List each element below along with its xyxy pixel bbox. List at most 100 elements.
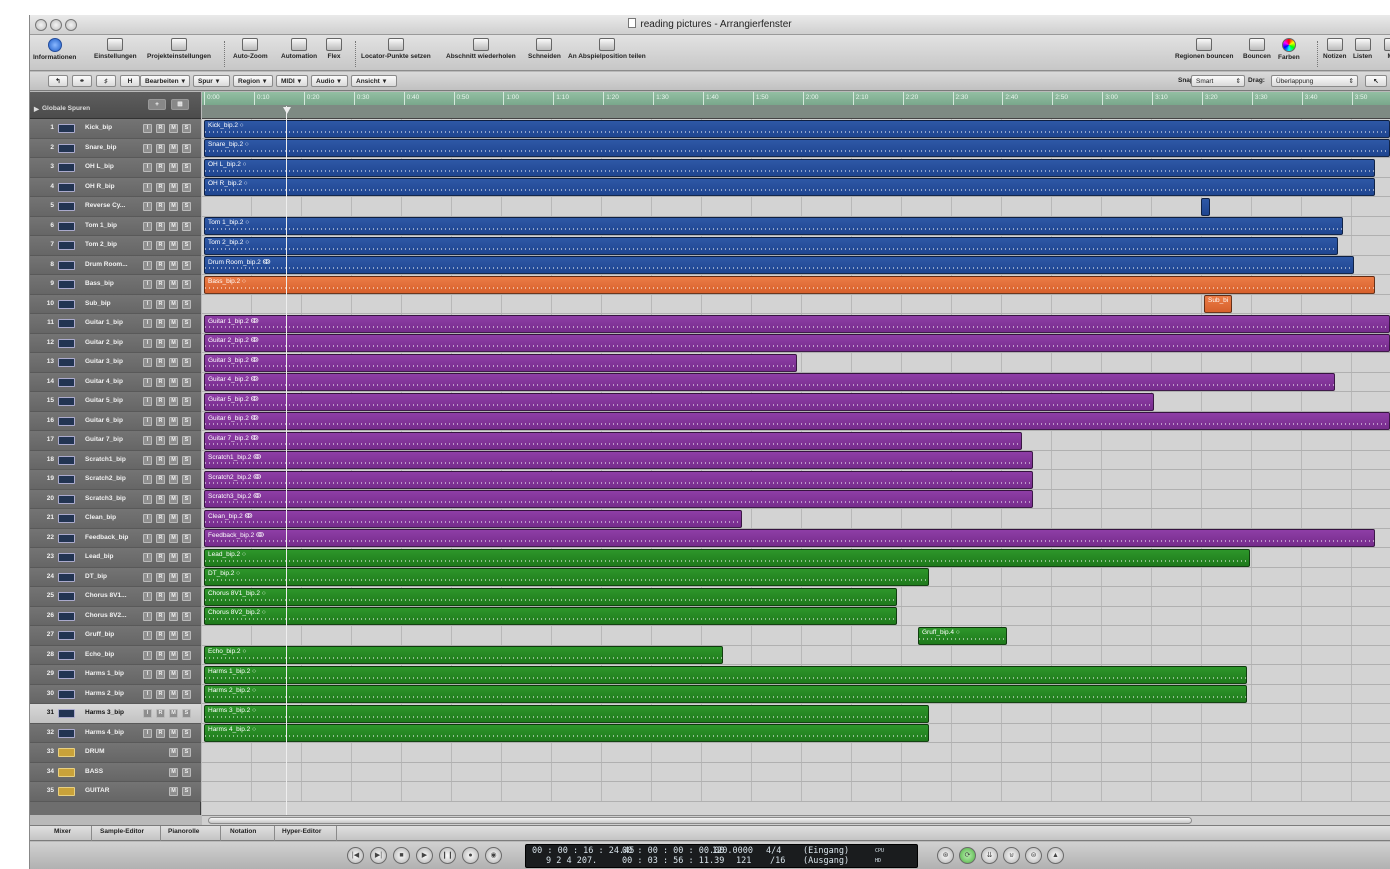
solo-button[interactable]: S	[182, 592, 191, 601]
tab-notation[interactable]: Notation	[230, 828, 256, 835]
solo-button[interactable]: S	[182, 436, 191, 445]
replace-button[interactable]: ⇊	[981, 847, 998, 864]
region[interactable]: Guitar 5_bip.2 ↂ	[204, 392, 1154, 411]
region[interactable]: Echo_bip.2 ○	[204, 646, 723, 664]
pause-button[interactable]: ❙❙	[439, 847, 456, 864]
tuner-button[interactable]: ▲	[1047, 847, 1064, 864]
menu-audio[interactable]: Audio ▾	[311, 75, 348, 87]
input-monitor-button[interactable]: I	[143, 221, 152, 231]
track-header-21[interactable]: 21 Clean_bip I R M S	[30, 509, 201, 529]
toolbar-button-3[interactable]: Projekteinstellungen	[147, 38, 211, 60]
record-enable-button[interactable]: R	[156, 260, 165, 270]
solo-button[interactable]: S	[182, 533, 191, 543]
track-header-23[interactable]: 23 Lead_bip I R M S	[30, 548, 201, 568]
solo-button[interactable]: S	[182, 689, 191, 699]
region[interactable]: Gruff_bip.4 ○	[918, 626, 1007, 645]
solo-button[interactable]: S	[182, 143, 191, 153]
lcd-display[interactable]: 00 : 00 : 16 : 24.45 9 2 4 207. 00 : 00 …	[525, 844, 918, 868]
tab-hyper-editor[interactable]: Hyper-Editor	[282, 828, 321, 835]
region[interactable]: Guitar 7_bip.2 ↂ	[204, 431, 1022, 450]
input-monitor-button[interactable]: I	[143, 397, 152, 406]
track-header-17[interactable]: 17 Guitar 7_bip I R M S	[30, 431, 201, 451]
track-header-9[interactable]: 9 Bass_bip I R M S	[30, 275, 201, 295]
mute-button[interactable]: M	[169, 299, 178, 309]
record-enable-button[interactable]: R	[156, 397, 165, 406]
track-header-24[interactable]: 24 DT_bip I R M S	[30, 567, 201, 587]
input-monitor-button[interactable]: I	[143, 124, 152, 133]
record-enable-button[interactable]: R	[156, 416, 165, 426]
record-enable-button[interactable]: R	[156, 689, 165, 699]
input-monitor-button[interactable]: I	[143, 436, 152, 445]
mute-button[interactable]: M	[169, 397, 178, 406]
toolbar-button-4[interactable]: Auto-Zoom	[233, 38, 268, 60]
solo-button[interactable]: S	[182, 260, 191, 270]
mute-button[interactable]: M	[169, 377, 178, 387]
track-header-6[interactable]: 6 Tom 1_bip I R M S	[30, 216, 201, 236]
mute-button[interactable]: M	[169, 436, 178, 445]
record-enable-button[interactable]: R	[156, 202, 165, 211]
track-header-14[interactable]: 14 Guitar 4_bip I R M S	[30, 372, 201, 392]
record-enable-button[interactable]: R	[156, 143, 165, 153]
region[interactable]: Kick_bip.2 ○	[204, 119, 1390, 138]
mute-button[interactable]: M	[169, 514, 178, 523]
solo-button[interactable]: S	[182, 767, 191, 777]
snap-select[interactable]: Smart ⇕	[1191, 75, 1245, 87]
input-monitor-button[interactable]: I	[143, 280, 152, 289]
track-header-13[interactable]: 13 Guitar 3_bip I R M S	[30, 353, 201, 373]
track-header-10[interactable]: 10 Sub_bip I R M S	[30, 294, 201, 314]
solo-button[interactable]: S	[182, 299, 191, 309]
track-header-12[interactable]: 12 Guitar 2_bip I R M S	[30, 333, 201, 353]
cycle-button[interactable]: ⟳	[959, 847, 976, 864]
input-monitor-button[interactable]: I	[143, 416, 152, 426]
input-monitor-button[interactable]: I	[143, 650, 152, 660]
mute-button[interactable]: M	[169, 689, 178, 699]
tab-sample-editor[interactable]: Sample-Editor	[100, 828, 144, 835]
mute-button[interactable]: M	[169, 767, 178, 777]
track-header-1[interactable]: 1 Kick_bip I R M S	[30, 119, 201, 139]
input-monitor-button[interactable]: I	[143, 709, 152, 718]
track-lane[interactable]	[202, 626, 1390, 646]
playhead[interactable]	[286, 106, 287, 815]
solo-button[interactable]: S	[182, 163, 191, 172]
track-header-18[interactable]: 18 Scratch1_bip I R M S	[30, 450, 201, 470]
toolbar-button-right-5[interactable]: Listen	[1353, 38, 1372, 60]
region[interactable]: Guitar 6_bip.2 ↂ	[204, 412, 1390, 430]
solo-button[interactable]: S	[182, 338, 191, 348]
track-header-8[interactable]: 8 Drum Room... I R M S	[30, 255, 201, 275]
record-enable-button[interactable]: R	[156, 631, 165, 640]
input-monitor-button[interactable]: I	[143, 572, 152, 582]
input-monitor-button[interactable]: I	[143, 514, 152, 523]
solo-button[interactable]: S	[182, 397, 191, 406]
track-header-7[interactable]: 7 Tom 2_bip I R M S	[30, 236, 201, 256]
track-header-32[interactable]: 32 Harms 4_bip I R M S	[30, 723, 201, 743]
record-enable-button[interactable]: R	[156, 728, 165, 738]
record-enable-button[interactable]: R	[156, 241, 165, 250]
record-enable-button[interactable]: R	[156, 611, 165, 621]
region[interactable]: Scratch2_bip.2 ↂ	[204, 470, 1033, 489]
menu-ansicht[interactable]: Ansicht ▾	[351, 75, 397, 87]
mute-button[interactable]: M	[169, 124, 178, 133]
solo-button[interactable]: S	[182, 494, 191, 504]
track-header-35[interactable]: 35 GUITAR M S	[30, 782, 201, 802]
track-header-11[interactable]: 11 Guitar 1_bip I R M S	[30, 314, 201, 334]
track-header-33[interactable]: 33 DRUM M S	[30, 743, 201, 763]
track-lane[interactable]	[202, 762, 1390, 782]
track-lane[interactable]	[202, 782, 1390, 802]
mute-button[interactable]: M	[169, 221, 178, 231]
record-enable-button[interactable]: R	[156, 592, 165, 601]
input-monitor-button[interactable]: I	[143, 377, 152, 387]
track-header-27[interactable]: 27 Gruff_bip I R M S	[30, 626, 201, 646]
region[interactable]: Bass_bip.2 ○	[204, 275, 1375, 294]
drag-select[interactable]: Überlappung ⇕	[1271, 75, 1358, 87]
rewind-button[interactable]: ▶|	[370, 847, 387, 864]
input-monitor-button[interactable]: I	[143, 260, 152, 270]
region[interactable]: Guitar 4_bip.2 ↂ	[204, 373, 1335, 391]
record-enable-button[interactable]: R	[156, 533, 165, 543]
track-header-26[interactable]: 26 Chorus 8V2... I R M S	[30, 606, 201, 626]
track-header-16[interactable]: 16 Guitar 6_bip I R M S	[30, 411, 201, 431]
catch-button[interactable]: ♯	[96, 75, 116, 87]
region[interactable]: Harms 3_bip.2 ○	[204, 704, 929, 723]
mute-button[interactable]: M	[169, 592, 178, 601]
solo-mode-button[interactable]: ⊛	[937, 847, 954, 864]
solo-button[interactable]: S	[182, 182, 191, 192]
